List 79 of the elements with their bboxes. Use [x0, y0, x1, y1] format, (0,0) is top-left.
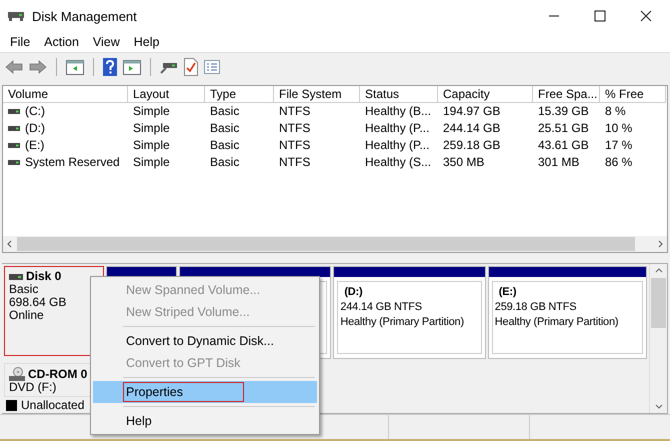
table-cell: 8 % — [605, 103, 626, 120]
partition-size: 244.14 GB NTFS — [340, 300, 423, 315]
drive-icon — [8, 109, 20, 114]
table-cell: 10 % — [605, 120, 632, 137]
partition[interactable]: (D:) 244.14 GB NTFS Healthy (Primary Partition) — [333, 266, 486, 359]
drive-icon — [8, 160, 20, 165]
table-cell: (E:) — [25, 137, 44, 154]
column-header[interactable]: Volume — [3, 86, 128, 103]
partition-status: Healthy (Primary Partition) — [340, 315, 465, 330]
table-cell: 244.14 GB — [443, 120, 500, 137]
close-icon[interactable] — [640, 10, 652, 22]
disk-info: 698.64 GB — [9, 296, 68, 309]
disk-icon — [8, 10, 24, 22]
disk-info: Online — [9, 309, 45, 322]
table-cell: System Reserved — [25, 154, 120, 171]
pane-icon[interactable] — [66, 60, 84, 74]
menu-item[interactable]: View — [92, 35, 120, 49]
pane-icon[interactable] — [123, 60, 141, 74]
help-icon[interactable] — [103, 58, 117, 76]
table-cell: 17 % — [605, 137, 632, 154]
table-cell: 15.39 GB — [538, 103, 589, 120]
column-header[interactable]: % Free — [600, 86, 666, 103]
column-header[interactable]: Free Spa... — [533, 86, 600, 103]
table-cell: Basic — [210, 154, 240, 171]
disk-name: CD-ROM 0 — [28, 368, 88, 380]
column-header[interactable]: Layout — [128, 86, 205, 103]
partition-label: (D:) — [343, 285, 364, 300]
partition[interactable]: (E:) 259.18 GB NTFS Healthy (Primary Partition) — [488, 266, 647, 359]
table-cell: Basic — [210, 137, 240, 154]
table-cell: 194.97 GB — [443, 103, 500, 120]
table-cell: Healthy (P... — [365, 137, 430, 154]
menu-item[interactable]: Help — [134, 35, 160, 49]
disk-info: Basic — [9, 283, 40, 296]
partition-status: Healthy (Primary Partition) — [494, 315, 620, 330]
table-cell: NTFS — [279, 154, 310, 171]
menu-item[interactable]: File — [10, 35, 30, 49]
disk-name: Disk 0 — [26, 270, 62, 283]
horizontal-scrollbar[interactable] — [3, 236, 667, 252]
column-header[interactable]: Capacity — [438, 86, 533, 103]
table-cell: Simple — [133, 137, 170, 154]
table-cell: 350 MB — [443, 154, 484, 171]
maximize-icon[interactable] — [594, 10, 606, 22]
vertical-scrollbar[interactable] — [649, 264, 667, 413]
disk-icon[interactable] — [160, 60, 178, 74]
table-cell: Healthy (B... — [365, 103, 432, 120]
legend-label: Unallocated — [21, 398, 84, 412]
window-title: Disk Management — [32, 8, 137, 24]
drive-icon — [8, 126, 20, 131]
table-cell: (C:) — [25, 103, 45, 120]
table-cell: (D:) — [25, 120, 45, 137]
table-cell: 25.51 GB — [538, 120, 589, 137]
table-cell: Basic — [210, 103, 240, 120]
partition-size: 259.18 GB NTFS — [494, 300, 578, 315]
table-cell: 86 % — [605, 154, 632, 171]
table-cell: 43.61 GB — [538, 137, 589, 154]
table-cell: Simple — [133, 103, 170, 120]
partition-header-bar — [107, 267, 176, 277]
cd-drive-icon — [9, 367, 25, 381]
table-cell: NTFS — [279, 120, 310, 137]
table-cell: Basic — [210, 120, 240, 137]
table-cell: Healthy (S... — [365, 154, 432, 171]
context-menu-item[interactable]: Help — [93, 410, 317, 432]
table-cell: 259.18 GB — [443, 137, 500, 154]
context-menu-item[interactable]: Properties — [93, 381, 317, 403]
menu-item[interactable]: Action — [44, 35, 79, 49]
drive-icon — [8, 143, 20, 148]
disk-info: DVD (F:) — [9, 381, 58, 394]
column-header[interactable]: Status — [360, 86, 438, 103]
column-header[interactable]: File System — [274, 86, 360, 103]
table-cell: Simple — [133, 154, 170, 171]
list-icon[interactable] — [204, 60, 220, 74]
table-cell: NTFS — [279, 103, 310, 120]
partition-label: (E:) — [498, 285, 518, 300]
table-cell: NTFS — [279, 137, 310, 154]
column-header[interactable]: Type — [205, 86, 274, 103]
checklist-icon[interactable] — [184, 58, 198, 76]
table-cell: Simple — [133, 120, 170, 137]
table-cell: 301 MB — [538, 154, 580, 171]
table-cell: Healthy (P... — [365, 120, 430, 137]
